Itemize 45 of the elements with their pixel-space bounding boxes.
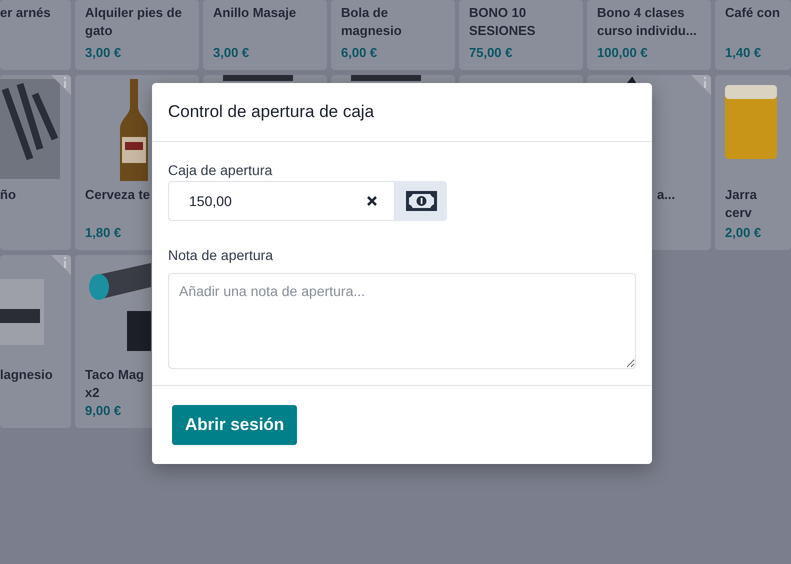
- open-session-button[interactable]: Abrir sesión: [172, 405, 298, 445]
- product-card[interactable]: Café con 1,40 €: [715, 0, 791, 70]
- product-price: 75,00 €: [468, 45, 514, 60]
- banknote-icon: [406, 191, 436, 211]
- product-name: Alquiler pies de gato: [84, 4, 183, 40]
- product-card[interactable]: Bola de magnesio 6,00 €: [331, 0, 455, 70]
- beer-bottle-icon: [119, 79, 149, 183]
- info-icon[interactable]: [51, 75, 71, 95]
- product-price: 3,00 €: [84, 45, 122, 60]
- product-name: lagnesio: [0, 366, 54, 384]
- product-card[interactable]: ño: [0, 75, 71, 250]
- product-card[interactable]: Jarra cerv 2,00 €: [715, 75, 791, 250]
- product-card[interactable]: lagnesio: [0, 255, 71, 428]
- product-card[interactable]: BONO 10 SESIONES 75,00 €: [459, 0, 583, 70]
- cash-input-field[interactable]: 150,00: [168, 181, 395, 221]
- product-name: Café con: [724, 4, 781, 22]
- product-name: BONO 10 SESIONES: [468, 4, 536, 40]
- product-card[interactable]: er arnés: [0, 0, 71, 70]
- product-name: Bola de magnesio: [340, 4, 403, 40]
- product-name: ño: [0, 186, 17, 204]
- info-icon[interactable]: [691, 75, 711, 95]
- photo-placeholder: [223, 75, 293, 81]
- dialog-title: Control de apertura de caja: [152, 83, 652, 142]
- product-price: 3,00 €: [212, 45, 250, 60]
- clear-icon[interactable]: [367, 196, 377, 206]
- product-card[interactable]: Anillo Masaje 3,00 €: [203, 0, 327, 70]
- note-text-area[interactable]: Añadir una nota de apertura...: [168, 273, 636, 369]
- product-price: 1,40 €: [724, 45, 762, 60]
- product-price: 2,00 €: [724, 225, 762, 240]
- product-price: 1,80 €: [84, 225, 122, 240]
- photo-placeholder: [351, 75, 421, 81]
- product-name: Bono 4 clases curso individu...: [596, 4, 698, 40]
- cash-details-button[interactable]: [395, 181, 447, 221]
- product-name: Anillo Masaje: [212, 4, 298, 22]
- product-card[interactable]: Alquiler pies de gato 3,00 €: [75, 0, 199, 70]
- product-price: 9,00 €: [84, 403, 122, 418]
- product-name: Taco Mag x2: [84, 366, 145, 402]
- info-icon[interactable]: [51, 255, 71, 275]
- product-name: er arnés: [0, 4, 52, 22]
- product-price: 6,00 €: [340, 45, 378, 60]
- product-name: Jarra cerv: [724, 186, 758, 222]
- product-card[interactable]: Bono 4 clases curso individu... 100,00 €: [587, 0, 711, 70]
- product-price: 100,00 €: [596, 45, 649, 60]
- product-name: a...: [656, 186, 676, 204]
- photo-placeholder: [0, 279, 44, 345]
